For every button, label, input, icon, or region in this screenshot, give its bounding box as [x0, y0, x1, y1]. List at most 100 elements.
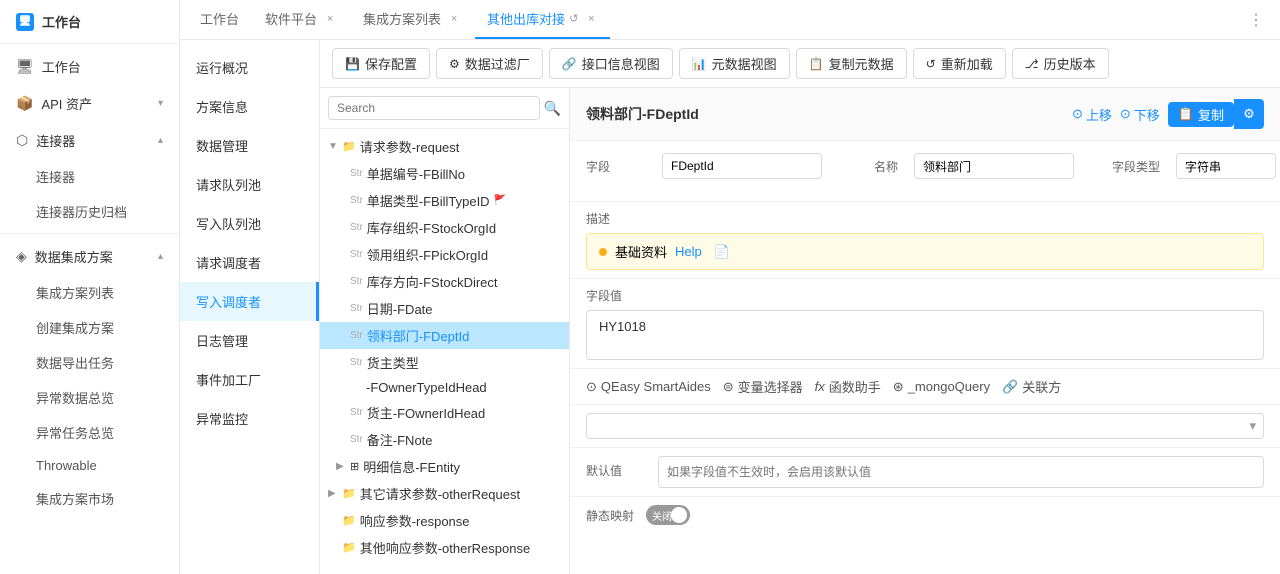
nav-item-run-overview[interactable]: 运行概况 [180, 48, 319, 87]
tab-software[interactable]: 软件平台 × [253, 1, 349, 39]
tree-node-fstockorgid[interactable]: Str 库存组织-FStockOrgId [320, 214, 569, 241]
tree-node-fdeptid[interactable]: Str 领料部门-FDeptId [320, 322, 569, 349]
mongo-query-button[interactable]: ⊛ _mongoQuery [893, 379, 990, 395]
sidebar-item-anomaly-overview[interactable]: 异常数据总览 [0, 380, 179, 415]
content-area: 运行概况 方案信息 数据管理 请求队列池 写入队列池 请求调度者 写入调度者 日… [180, 40, 1280, 574]
copy-label: 复制 [1198, 105, 1224, 124]
tree-node-label: 库存方向-FStockDirect [367, 272, 498, 291]
value-box: HY1018 [586, 310, 1264, 360]
toolbar: 💾 保存配置 ⚙ 数据过滤厂 🔗 接口信息视图 📊 元数据视图 📋 [320, 40, 1280, 88]
sidebar-sub-label: 创建集成方案 [36, 318, 114, 337]
expand-arrow-icon: ▶ [328, 488, 340, 499]
move-up-button[interactable]: ⊙ 上移 [1072, 105, 1112, 124]
reload-button[interactable]: ↺ 重新加载 [913, 48, 1006, 79]
tree-node-fownertype[interactable]: Str 货主类型 [320, 349, 569, 376]
nav-item-data-mgmt[interactable]: 数据管理 [180, 126, 319, 165]
sidebar-item-anomaly-task[interactable]: 异常任务总览 [0, 415, 179, 450]
tab-close-icon[interactable]: × [584, 12, 598, 26]
nav-item-write-scheduler[interactable]: 写入调度者 [180, 282, 319, 321]
interface-view-button[interactable]: 🔗 接口信息视图 [549, 48, 673, 79]
tree-node-label: 备注-FNote [367, 430, 433, 449]
nav-item-request-scheduler[interactable]: 请求调度者 [180, 243, 319, 282]
meta-icon: 📊 [692, 57, 707, 71]
tree-node-fstockdirect[interactable]: Str 库存方向-FStockDirect [320, 268, 569, 295]
panel-body: 🔍 ▼ 📁 请求参数-request Str 单据编号-FBillNo [320, 88, 1280, 574]
sidebar-item-export-task[interactable]: 数据导出任务 [0, 345, 179, 380]
copy-button[interactable]: 📋 复制 [1168, 102, 1234, 127]
logo-workbench[interactable]: 🖥 工作台 [0, 0, 179, 44]
tree-node-fnote[interactable]: Str 备注-FNote [320, 426, 569, 453]
integration-icon: ◈ [16, 248, 27, 265]
tab-close-icon[interactable]: × [447, 12, 461, 26]
tree-node-fpickorgid[interactable]: Str 领用组织-FPickOrgId [320, 241, 569, 268]
desc-help-link[interactable]: Help [675, 244, 702, 259]
func-helper-button[interactable]: fx 函数助手 [815, 377, 881, 396]
tree-node-fownertype2[interactable]: -FOwnerTypeIdHead [320, 376, 569, 399]
sidebar-item-data-integration[interactable]: ◈ 数据集成方案 ▴ [0, 238, 179, 275]
field-input[interactable] [662, 153, 822, 179]
save-config-button[interactable]: 💾 保存配置 [332, 48, 430, 79]
tab-more-icon[interactable]: ⋮ [1240, 10, 1272, 30]
tree-node-response[interactable]: 📁 响应参数-response [320, 507, 569, 534]
default-input[interactable] [658, 456, 1264, 488]
tree-node-fentity[interactable]: ▶ ⊞ 明细信息-FEntity [320, 453, 569, 480]
nav-item-event-factory[interactable]: 事件加工厂 [180, 360, 319, 399]
related-button[interactable]: 🔗 关联方 [1002, 377, 1061, 396]
tree-node-fbilltypeid[interactable]: Str 单据类型-FBillTypeID 🚩 [320, 187, 569, 214]
tab-integration-list[interactable]: 集成方案列表 × [351, 1, 473, 39]
tab-other-db[interactable]: 其他出库对接 ↺ × [475, 1, 610, 39]
search-icon[interactable]: 🔍 [544, 100, 561, 117]
sidebar-item-create-integration[interactable]: 创建集成方案 [0, 310, 179, 345]
tab-workbench[interactable]: 工作台 [188, 1, 251, 39]
chevron-up-icon: ▴ [158, 251, 163, 262]
move-down-button[interactable]: ⊙ 下移 [1120, 105, 1160, 124]
sidebar-item-integration-list[interactable]: 集成方案列表 [0, 275, 179, 310]
static-toggle[interactable]: 关闭 [646, 505, 690, 525]
expr-select[interactable] [586, 413, 1264, 439]
tree-node-label: 其它请求参数-otherRequest [360, 484, 520, 503]
default-section: 默认值 [570, 448, 1280, 497]
tab-label: 集成方案列表 [363, 9, 441, 28]
sidebar-item-connector[interactable]: ⬡ 连接器 ▴ [0, 122, 179, 159]
nav-item-write-queue[interactable]: 写入队列池 [180, 204, 319, 243]
sidebar-item-api-assets[interactable]: 📦 API 资产 ▾ [0, 85, 179, 122]
search-input[interactable] [328, 96, 540, 120]
qeasy-button[interactable]: ⊙ QEasy SmartAides [586, 379, 711, 395]
copy-meta-button[interactable]: 📋 复制元数据 [796, 48, 907, 79]
tab-close-icon[interactable]: × [323, 12, 337, 26]
sidebar-item-connector-history[interactable]: 连接器历史归档 [0, 194, 179, 229]
nav-item-anomaly-monitor[interactable]: 异常监控 [180, 399, 319, 438]
nav-item-log-mgmt[interactable]: 日志管理 [180, 321, 319, 360]
field-label: 字段 [586, 158, 646, 175]
type-input[interactable] [1176, 153, 1276, 179]
search-box: 🔍 [320, 88, 569, 129]
name-input[interactable] [914, 153, 1074, 179]
sidebar-item-label: 连接器 [36, 131, 75, 150]
history-button[interactable]: ⎇ 历史版本 [1012, 48, 1109, 79]
doc-icon[interactable]: 📄 [714, 244, 730, 260]
sidebar-item-throwable[interactable]: Throwable [0, 450, 179, 481]
tree-node-fdate[interactable]: Str 日期-FDate [320, 295, 569, 322]
sidebar-sub-label: 连接器历史归档 [36, 202, 127, 221]
settings-button[interactable]: ⚙ [1234, 99, 1264, 129]
tree-node-fbillno[interactable]: Str 单据编号-FBillNo [320, 160, 569, 187]
tree-node-other-response[interactable]: 📁 其他响应参数-otherResponse [320, 534, 569, 561]
nav-item-scheme-info[interactable]: 方案信息 [180, 87, 319, 126]
tree-node-other-request[interactable]: ▶ 📁 其它请求参数-otherRequest [320, 480, 569, 507]
sidebar-item-workbench[interactable]: 🖥 工作台 [0, 48, 179, 85]
tree-node-fownerid[interactable]: Str 货主-FOwnerIdHead [320, 399, 569, 426]
sidebar-sub-label: 集成方案列表 [36, 283, 114, 302]
reload-icon[interactable]: ↺ [569, 12, 578, 25]
expand-arrow-icon: ▼ [328, 141, 340, 152]
related-icon: 🔗 [1002, 379, 1018, 395]
meta-view-button[interactable]: 📊 元数据视图 [679, 48, 790, 79]
sidebar-item-connector-sub[interactable]: 连接器 [0, 159, 179, 194]
data-filter-button[interactable]: ⚙ 数据过滤厂 [436, 48, 543, 79]
move-up-label: 上移 [1086, 105, 1112, 124]
nav-item-request-queue[interactable]: 请求队列池 [180, 165, 319, 204]
tree-node-request-params[interactable]: ▼ 📁 请求参数-request [320, 133, 569, 160]
var-selector-button[interactable]: ⊜ 变量选择器 [723, 377, 803, 396]
tree-node-label: -FOwnerTypeIdHead [366, 380, 487, 395]
sidebar-item-market[interactable]: 集成方案市场 [0, 481, 179, 516]
copy-meta-label: 复制元数据 [829, 54, 894, 73]
